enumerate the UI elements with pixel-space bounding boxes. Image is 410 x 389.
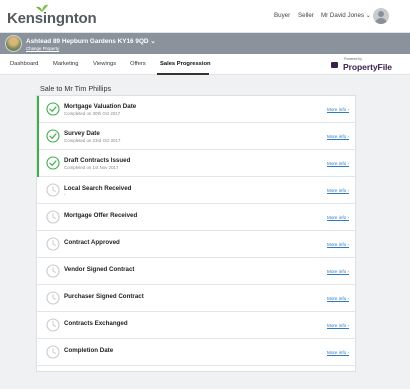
- step-title: Mortgage Valuation Date: [64, 103, 137, 110]
- clock-icon: [46, 183, 60, 197]
- more-info-link[interactable]: More info ›: [327, 296, 349, 301]
- top-header: Kensingnton Buyer Seller Mr David Jones …: [0, 0, 410, 33]
- property-bar: Ashtead 89 Hepburn Gardens KY16 9QD ⌄ Ch…: [0, 33, 410, 54]
- more-info-link[interactable]: More info ›: [327, 269, 349, 274]
- propertyfile-logo[interactable]: PropertyFile: [343, 62, 392, 72]
- progress-step-row: Contracts Exchanged More info ›: [37, 312, 355, 339]
- progress-step-row: Vendor Signed Contract More info ›: [37, 258, 355, 285]
- sale-title: Sale to Mr Tim Phillips: [40, 84, 112, 93]
- progress-step-row: Completion Date More info ›: [37, 339, 355, 366]
- clock-icon: [46, 291, 60, 305]
- step-title: Draft Contracts Issued: [64, 157, 131, 164]
- more-info-link[interactable]: More info ›: [327, 215, 349, 220]
- sales-progress-list: Mortgage Valuation Date Completed on 30th…: [36, 95, 356, 372]
- more-info-link[interactable]: More info ›: [327, 188, 349, 193]
- clock-icon: [46, 264, 60, 278]
- step-completed-date: -: [64, 192, 66, 197]
- logo-leaf-icon: [36, 4, 48, 12]
- check-circle-icon: [46, 102, 60, 116]
- nav-buyer[interactable]: Buyer: [274, 12, 290, 19]
- nav-seller[interactable]: Seller: [298, 12, 314, 19]
- step-title: Mortgage Offer Received: [64, 212, 138, 219]
- user-menu[interactable]: Mr David Jones ⌄: [321, 12, 371, 19]
- property-thumbnail: [5, 35, 22, 52]
- check-circle-icon: [46, 156, 60, 170]
- progress-step-row: Mortgage Offer Received More info ›: [37, 204, 355, 231]
- active-tab-indicator: [157, 73, 209, 75]
- step-title: Completion Date: [64, 347, 114, 354]
- more-info-link[interactable]: More info ›: [327, 107, 349, 112]
- step-title: Purchaser Signed Contract: [64, 293, 144, 300]
- more-info-link[interactable]: More info ›: [327, 350, 349, 355]
- tab-marketing[interactable]: Marketing: [53, 61, 78, 67]
- step-title: Contracts Exchanged: [64, 320, 128, 327]
- tab-offers[interactable]: Offers: [130, 61, 146, 67]
- propertyfile-powered-by: Powered by: [344, 57, 362, 61]
- tab-dashboard[interactable]: Dashboard: [10, 61, 38, 67]
- logo-text-g: g: [55, 10, 65, 27]
- progress-step-row: Local Search Received - More info ›: [37, 177, 355, 204]
- avatar[interactable]: [373, 8, 389, 24]
- change-property-link[interactable]: Change Property: [26, 46, 59, 51]
- propertyfile-badge-icon: [331, 62, 338, 68]
- step-title: Contract Approved: [64, 239, 120, 246]
- progress-step-row: Purchaser Signed Contract More info ›: [37, 285, 355, 312]
- step-completed-date: Completed on 23rd Oct 2017: [64, 138, 121, 143]
- clock-icon: [46, 345, 60, 359]
- step-title: Local Search Received: [64, 185, 132, 192]
- check-circle-icon: [46, 129, 60, 143]
- progress-step-row: Contract Approved More info ›: [37, 231, 355, 258]
- kensington-logo[interactable]: Kensingnton: [7, 4, 97, 27]
- clock-icon: [46, 318, 60, 332]
- more-info-link[interactable]: More info ›: [327, 323, 349, 328]
- tab-sales-progression[interactable]: Sales Progression: [160, 61, 211, 67]
- progress-step-row: Draft Contracts Issued Completed on 1st N…: [37, 150, 355, 177]
- progress-step-row: Survey Date Completed on 23rd Oct 2017 Mor…: [37, 123, 355, 150]
- step-completed-date: Completed on 1st Nov 2017: [64, 165, 119, 170]
- clock-icon: [46, 210, 60, 224]
- step-title: Survey Date: [64, 130, 100, 137]
- more-info-link[interactable]: More info ›: [327, 242, 349, 247]
- step-title: Vendor Signed Contract: [64, 266, 135, 273]
- more-info-link[interactable]: More info ›: [327, 134, 349, 139]
- tab-viewings[interactable]: Viewings: [93, 61, 116, 67]
- progress-step-row: Mortgage Valuation Date Completed on 30th…: [37, 96, 355, 123]
- logo-text-part: nton: [64, 10, 97, 27]
- clock-icon: [46, 237, 60, 251]
- property-address-dropdown[interactable]: Ashtead 89 Hepburn Gardens KY16 9QD ⌄: [26, 37, 156, 45]
- more-info-link[interactable]: More info ›: [327, 161, 349, 166]
- step-completed-date: Completed on 30th Oct 2017: [64, 111, 121, 116]
